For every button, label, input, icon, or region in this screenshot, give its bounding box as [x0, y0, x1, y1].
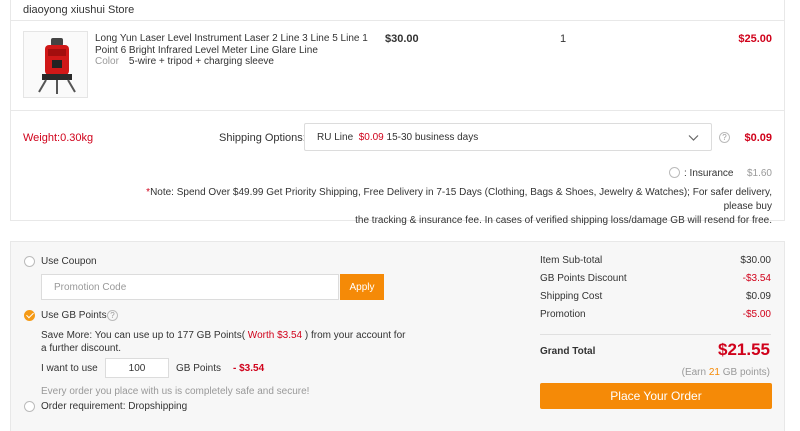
product-total: $25.00	[738, 33, 772, 45]
product-price: $30.00	[385, 33, 419, 45]
dropshipping-radio[interactable]	[24, 401, 35, 412]
shipping-method-text: RU Line $0.09 15-30 business days	[317, 132, 478, 143]
subtotal-value: $30.00	[740, 255, 771, 266]
shipping-note: *Note: Spend Over $49.99 Get Priority Sh…	[122, 186, 772, 228]
product-thumbnail[interactable]	[23, 31, 88, 98]
shipping-method-price: $0.09	[358, 132, 384, 143]
store-item-panel: diaoyong xiushui Store Long Yun Laser Le…	[10, 0, 785, 111]
shipping-method-days: 15-30 business days	[386, 132, 479, 143]
shipping-method-name: RU Line	[317, 132, 354, 143]
insurance-label: : Insurance	[684, 168, 734, 179]
help-icon[interactable]: ?	[107, 310, 118, 321]
product-title[interactable]: Long Yun Laser Level Instrument Laser 2 …	[95, 33, 385, 57]
gb-points-save-text: Save More: You can use up to 177 GB Poin…	[41, 330, 405, 341]
shipping-cost: $0.09	[744, 132, 772, 144]
save-prefix: Save More: You can use up to 177 GB Poin…	[41, 330, 246, 341]
note-line-2: the tracking & insurance fee. In cases o…	[355, 215, 772, 226]
insurance-cost: $1.60	[746, 168, 772, 179]
earn-points-text: (Earn 21 GB points)	[682, 367, 770, 378]
save-suffix: ) from your account for	[304, 330, 406, 341]
store-name[interactable]: diaoyong xiushui Store	[23, 4, 134, 16]
earn-prefix: (Earn	[681, 367, 709, 378]
points-discount-value: -$3.54	[742, 273, 771, 284]
promotion-label: Promotion	[540, 309, 586, 320]
use-coupon-label[interactable]: Use Coupon	[41, 256, 97, 267]
points-discount-row: GB Points Discount -$3.54	[540, 273, 771, 284]
place-order-button[interactable]: Place Your Order	[540, 383, 772, 409]
promotion-value: -$5.00	[742, 309, 771, 320]
promotion-code-input[interactable]	[41, 274, 339, 300]
points-discount-label: GB Points Discount	[540, 273, 627, 284]
option-value: 5-wire + tripod + charging sleeve	[128, 56, 274, 67]
want-to-use-label: I want to use	[41, 363, 98, 374]
grand-total-value: $21.55	[718, 340, 770, 359]
gb-points-unit: GB Points	[176, 363, 222, 374]
gb-points-save-text-2: a further discount.	[41, 343, 122, 354]
insurance-radio[interactable]	[669, 167, 680, 178]
note-line-1: Note: Spend Over $49.99 Get Priority Shi…	[150, 187, 772, 212]
help-icon[interactable]: ?	[719, 132, 730, 143]
shipping-cost-label: Shipping Cost	[540, 291, 603, 302]
weight-text: Weight:0.30kg	[23, 132, 94, 144]
order-summary-panel: Use Coupon Apply Use GB Points ? Save Mo…	[10, 241, 785, 431]
promotion-row: Promotion -$5.00	[540, 309, 771, 320]
subtotal-label: Item Sub-total	[540, 255, 603, 266]
safe-secure-text: Every order you place with us is complet…	[41, 386, 310, 397]
gb-points-input[interactable]	[105, 358, 169, 378]
laser-level-image	[24, 32, 87, 97]
grand-total-label: Grand Total	[540, 346, 596, 357]
earn-suffix: GB points)	[719, 367, 770, 378]
use-coupon-radio[interactable]	[24, 256, 35, 267]
product-quantity: 1	[560, 33, 567, 45]
divider	[540, 334, 771, 335]
product-option: Color 5-wire + tripod + charging sleeve	[95, 56, 274, 67]
dropshipping-label[interactable]: Order requirement: Dropshipping	[41, 401, 187, 412]
gb-points-discount: - $3.54	[233, 363, 265, 374]
shipping-cost-row: Shipping Cost $0.09	[540, 291, 771, 302]
use-gb-points-checkbox[interactable]	[24, 310, 35, 321]
option-label: Color	[95, 56, 119, 67]
save-worth: Worth $3.54	[245, 330, 305, 341]
apply-button[interactable]: Apply	[340, 274, 384, 300]
shipping-panel: Weight:0.30kg Shipping Options: RU Line …	[10, 111, 785, 226]
earn-points-value: 21	[708, 367, 720, 378]
shipping-options-label: Shipping Options:	[219, 132, 306, 144]
use-gb-points-label[interactable]: Use GB Points	[41, 310, 107, 321]
subtotal-row: Item Sub-total $30.00	[540, 255, 771, 266]
shipping-method-select[interactable]: RU Line $0.09 15-30 business days	[304, 123, 712, 151]
divider	[11, 20, 784, 21]
shipping-cost-value: $0.09	[745, 291, 771, 302]
chevron-down-icon	[688, 135, 699, 141]
